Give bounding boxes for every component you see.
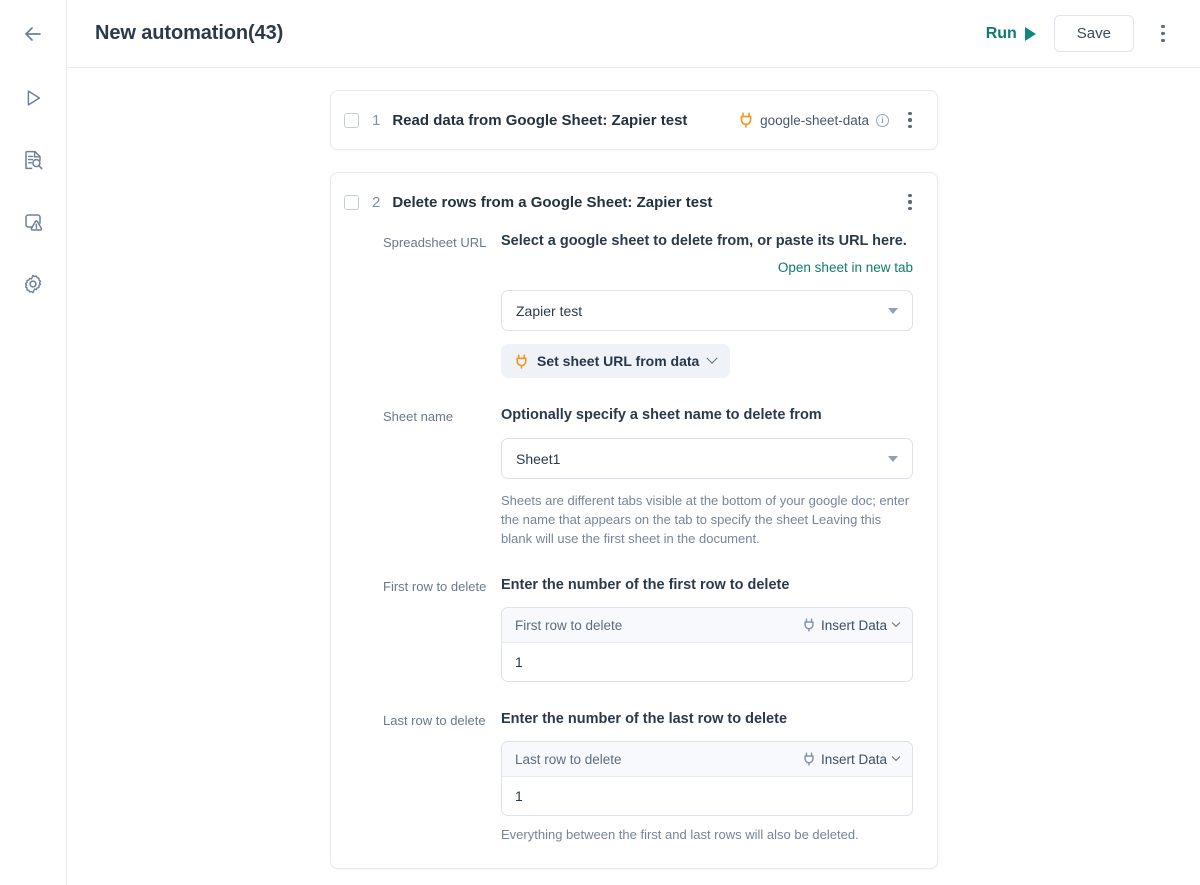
- plug-icon: [804, 618, 814, 632]
- field-description: Enter the number of the first row to del…: [501, 577, 790, 593]
- step-header-actions: [897, 187, 923, 217]
- step-header: 2 Delete rows from a Google Sheet: Zapie…: [331, 173, 937, 231]
- save-button[interactable]: Save: [1053, 15, 1134, 52]
- field-description: Optionally specify a sheet name to delet…: [501, 407, 822, 423]
- chevron-down-icon: [888, 455, 898, 462]
- input-header: First row to delete Insert Data: [502, 608, 912, 643]
- open-sheet-link[interactable]: Open sheet in new tab: [778, 260, 913, 275]
- rail-item-list: [11, 76, 55, 306]
- kebab-dot: [908, 118, 912, 122]
- plug-icon: [516, 353, 527, 369]
- plug-icon: [740, 112, 752, 128]
- field-first-row: First row to delete Enter the number of …: [344, 575, 913, 682]
- last-row-input-group: Last row to delete Insert Data 1: [501, 741, 913, 816]
- field-control: Select a google sheet to delete from, or…: [501, 231, 913, 378]
- step-checkbox[interactable]: [344, 194, 359, 210]
- last-row-input[interactable]: 1: [502, 777, 912, 815]
- input-placeholder-label: Last row to delete: [515, 751, 622, 767]
- field-label: Sheet name: [383, 409, 454, 424]
- input-placeholder-label: First row to delete: [515, 617, 623, 633]
- left-rail: [0, 0, 67, 885]
- document-search-icon: [25, 150, 43, 170]
- kebab-dot: [1161, 38, 1165, 42]
- field-note: Everything between the first and last ro…: [501, 827, 859, 842]
- step-checkbox[interactable]: [344, 112, 359, 128]
- step-header: 1 Read data from Google Sheet: Zapier te…: [331, 91, 937, 149]
- sidebar-item-run[interactable]: [11, 76, 55, 120]
- field-description: Select a google sheet to delete from, or…: [501, 233, 907, 249]
- step-card-2[interactable]: 2 Delete rows from a Google Sheet: Zapie…: [330, 172, 938, 869]
- pill-label: Set sheet URL from data: [537, 353, 700, 369]
- insert-data-button[interactable]: Insert Data: [803, 617, 901, 633]
- chevron-down-icon: [888, 307, 898, 314]
- run-label: Run: [985, 24, 1017, 42]
- first-row-input[interactable]: 1: [502, 643, 912, 681]
- play-icon: [27, 90, 41, 106]
- insert-data-label: Insert Data: [820, 751, 887, 767]
- field-spreadsheet-url: Spreadsheet URL Select a google sheet to…: [344, 231, 913, 378]
- sidebar-item-logs[interactable]: [11, 138, 55, 182]
- kebab-dot: [908, 207, 912, 211]
- sidebar-item-alerts[interactable]: [11, 200, 55, 244]
- more-options-button[interactable]: [1150, 19, 1176, 49]
- step-menu-button[interactable]: [897, 105, 923, 135]
- sheet-name-select-value: Sheet1: [516, 450, 561, 467]
- page-title: New automation(43): [95, 22, 284, 44]
- spreadsheet-select[interactable]: Zapier test: [501, 290, 913, 331]
- step-stack: 1 Read data from Google Sheet: Zapier te…: [330, 90, 938, 869]
- input-header: Last row to delete Insert Data: [502, 742, 912, 777]
- step-header-actions: google-sheet-data i: [739, 105, 923, 135]
- sidebar-item-settings[interactable]: [11, 262, 55, 306]
- kebab-dot: [908, 125, 912, 129]
- step-number: 1: [372, 111, 381, 129]
- field-hint: Sheets are different tabs visible at the…: [501, 493, 910, 546]
- app-root: New automation(43) Run Save 1 Read data …: [0, 0, 1200, 885]
- plug-icon: [804, 752, 814, 766]
- field-label: Spreadsheet URL: [383, 235, 487, 250]
- chevron-down-icon: [891, 618, 901, 628]
- connection-label: google-sheet-data: [760, 112, 869, 128]
- workflow-canvas: 1 Read data from Google Sheet: Zapier te…: [67, 68, 1200, 885]
- kebab-dot: [908, 193, 912, 197]
- topbar-actions: Run Save: [984, 15, 1176, 52]
- top-bar: New automation(43) Run Save: [67, 0, 1200, 68]
- main-column: New automation(43) Run Save 1 Read data …: [67, 0, 1200, 885]
- info-icon[interactable]: i: [876, 113, 889, 127]
- field-sheet-name: Sheet name Optionally specify a sheet na…: [344, 405, 913, 548]
- step-title: Read data from Google Sheet: Zapier test: [392, 111, 688, 129]
- first-row-input-group: First row to delete Insert Data 1: [501, 607, 913, 682]
- rail-back-slot: [0, 0, 66, 68]
- arrow-left-icon: [25, 27, 41, 41]
- kebab-dot: [1161, 25, 1165, 29]
- insert-data-label: Insert Data: [820, 617, 887, 633]
- play-triangle-icon: [1024, 26, 1036, 41]
- chevron-down-icon: [891, 752, 901, 762]
- set-sheet-url-from-data-button[interactable]: Set sheet URL from data: [501, 344, 731, 378]
- field-link-row: Open sheet in new tab: [501, 259, 913, 277]
- step-form: Spreadsheet URL Select a google sheet to…: [331, 231, 937, 868]
- field-label: First row to delete: [383, 579, 487, 594]
- alert-box-icon: [25, 214, 43, 231]
- connection-badge[interactable]: google-sheet-data i: [739, 112, 889, 128]
- sheet-name-select[interactable]: Sheet1: [501, 438, 913, 479]
- kebab-dot: [908, 111, 912, 115]
- field-control: Optionally specify a sheet name to delet…: [501, 405, 913, 548]
- spreadsheet-select-value: Zapier test: [516, 302, 583, 319]
- step-menu-button[interactable]: [897, 187, 923, 217]
- step-title: Delete rows from a Google Sheet: Zapier …: [392, 193, 713, 211]
- field-last-row: Last row to delete Enter the number of t…: [344, 709, 913, 842]
- insert-data-button[interactable]: Insert Data: [803, 751, 901, 767]
- field-description: Enter the number of the last row to dele…: [501, 711, 788, 727]
- field-label: Last row to delete: [383, 713, 486, 728]
- kebab-dot: [908, 200, 912, 204]
- chevron-down-icon: [706, 352, 719, 364]
- field-control: Enter the number of the last row to dele…: [501, 709, 913, 842]
- kebab-dot: [1161, 31, 1165, 36]
- gear-icon: [24, 274, 42, 294]
- field-control: Enter the number of the first row to del…: [501, 575, 913, 682]
- back-button[interactable]: [11, 12, 55, 56]
- step-number: 2: [372, 193, 381, 211]
- run-button[interactable]: Run: [984, 21, 1038, 47]
- step-card-1[interactable]: 1 Read data from Google Sheet: Zapier te…: [330, 90, 938, 150]
